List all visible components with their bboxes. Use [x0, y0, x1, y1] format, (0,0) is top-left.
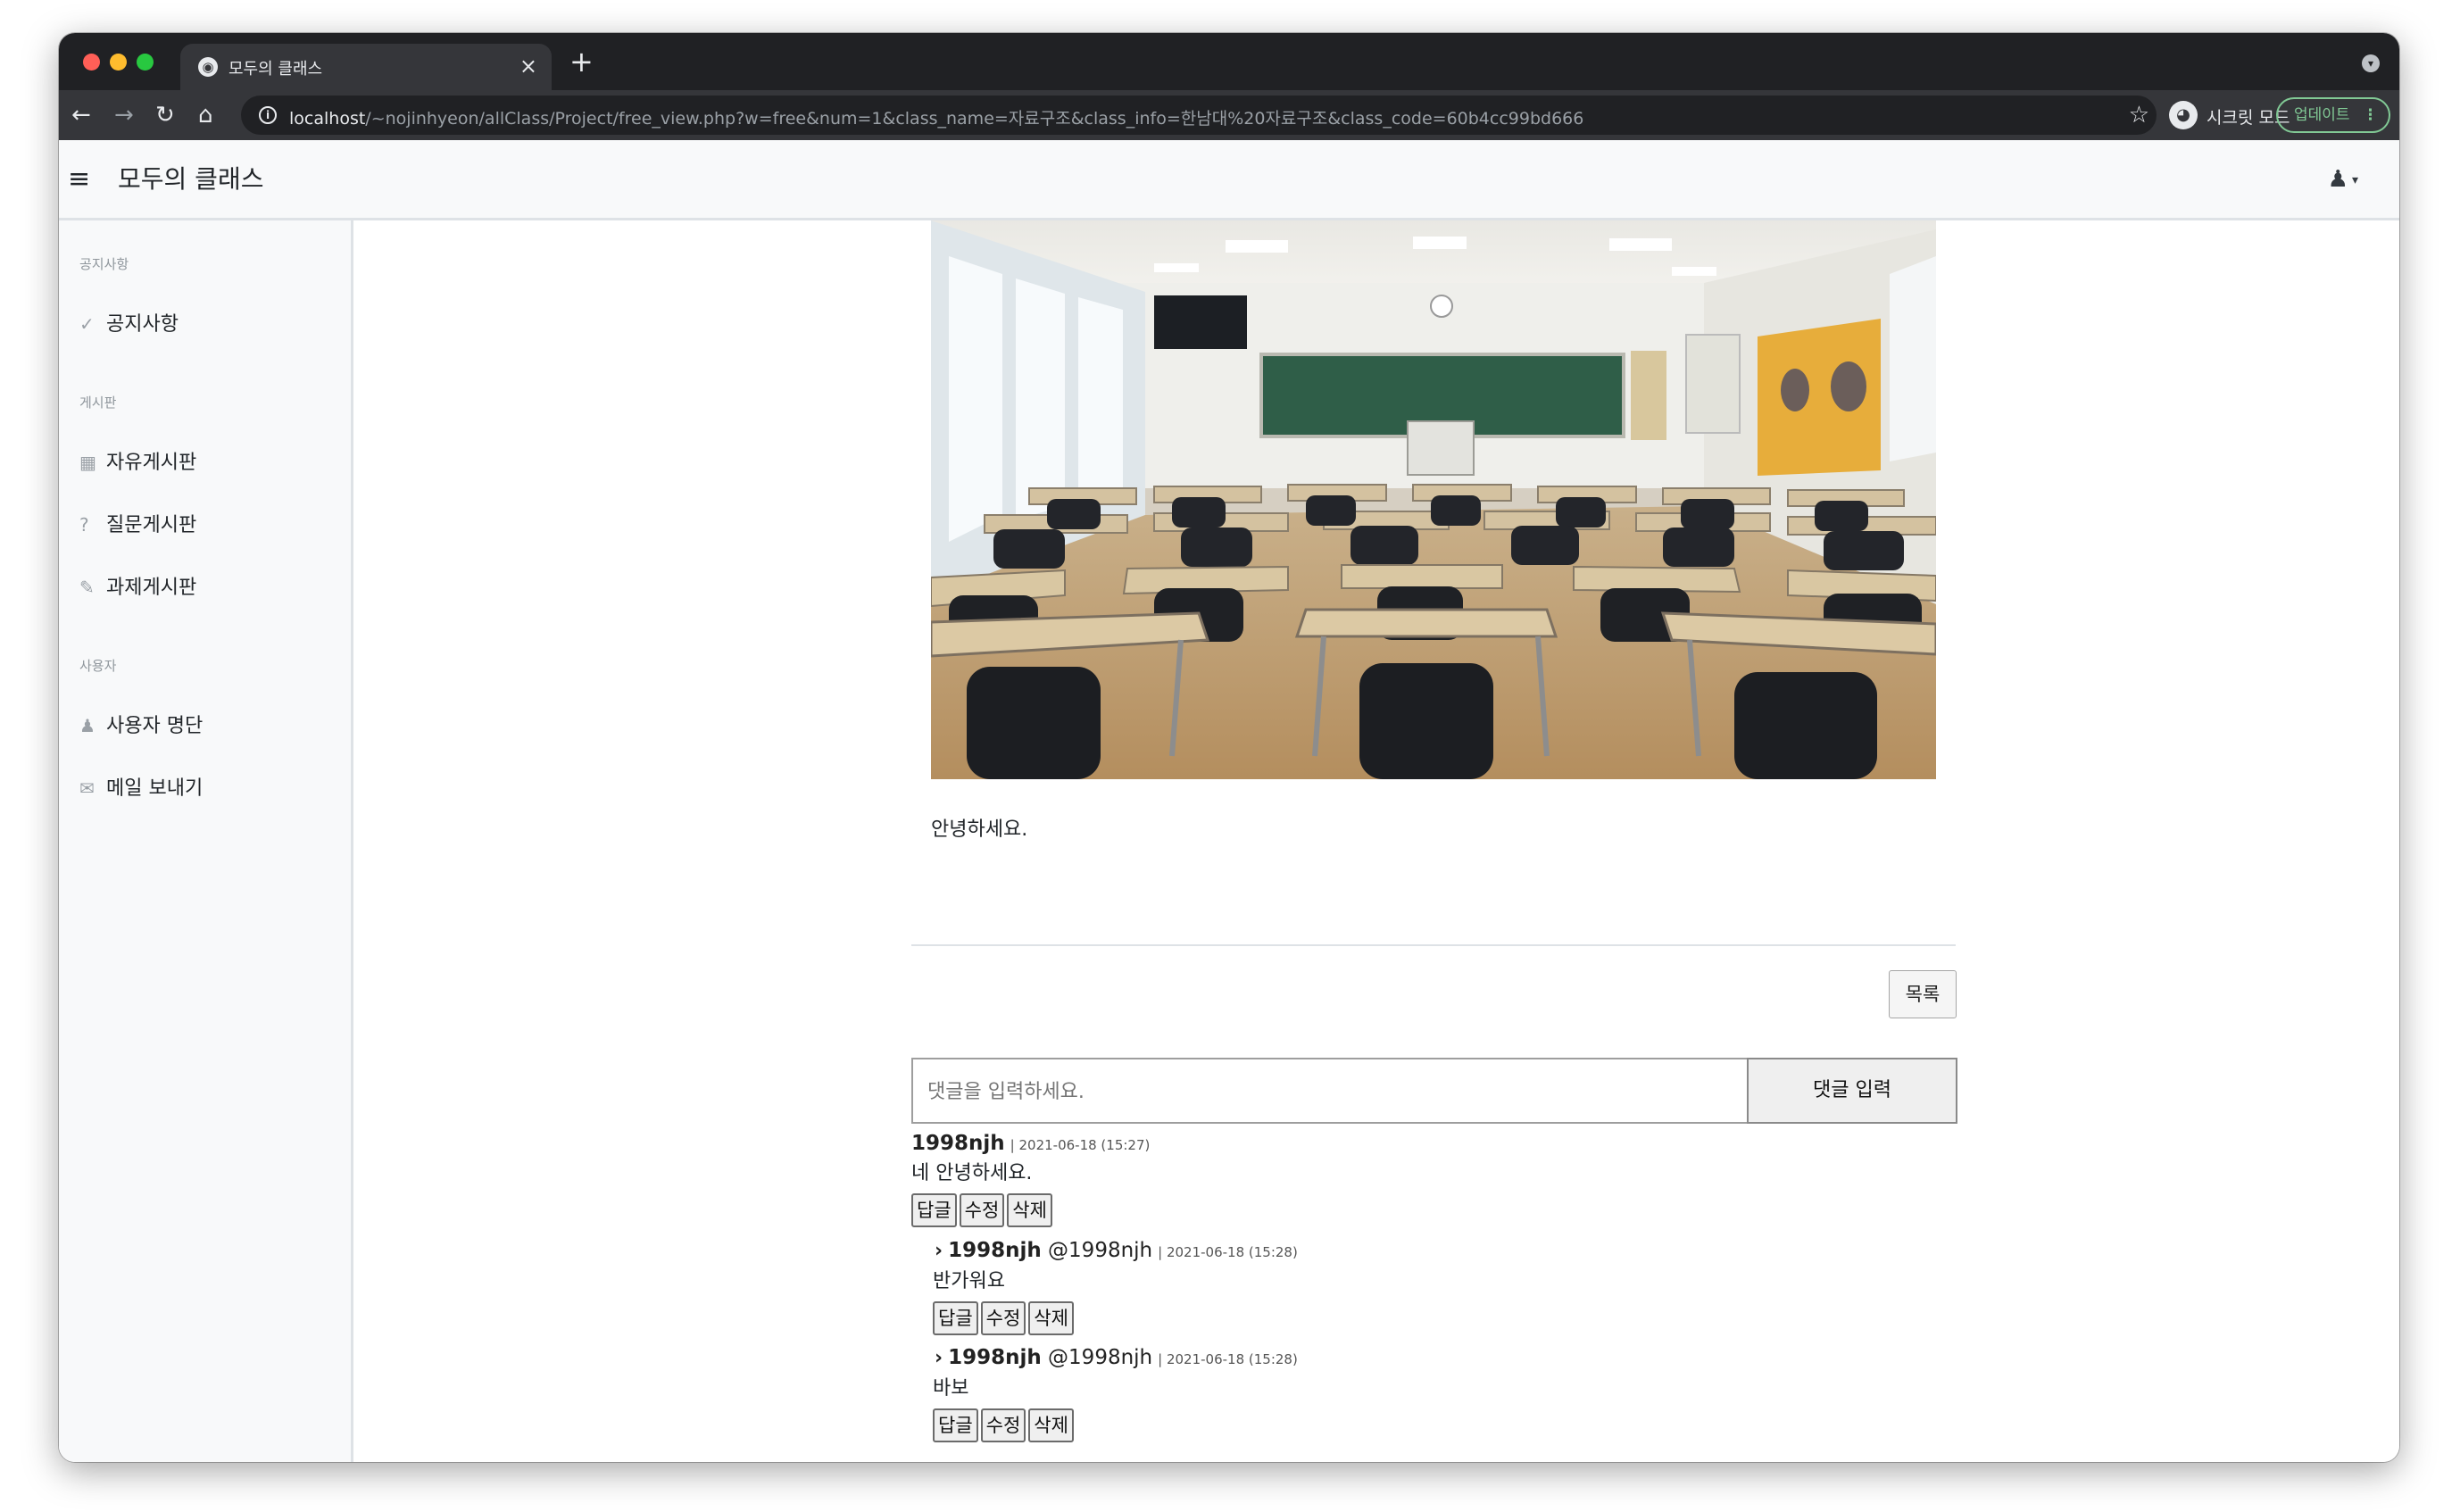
comment-submit-button[interactable]: 댓글 입력: [1747, 1058, 1957, 1124]
edit-button[interactable]: 수정: [980, 1301, 1026, 1335]
sidebar-item-user-list[interactable]: ♟ 사용자 명단: [79, 712, 203, 740]
url-text[interactable]: localhost/~nojinhyeon/allClass/Project/f…: [289, 105, 1583, 129]
comment-header: 1998njh | 2021-06-18 (15:27): [911, 1131, 1150, 1158]
browser-toolbar: ← → ↻ ⌂ i localhost/~nojinhyeon/allClass…: [59, 90, 2399, 140]
comment-date: | 2021-06-18 (15:28): [1158, 1351, 1298, 1367]
reply-button[interactable]: 답글: [933, 1408, 978, 1442]
sidebar-heading-board: 게시판: [79, 395, 117, 411]
delete-button[interactable]: 삭제: [1028, 1301, 1074, 1335]
chevron-right-icon: ›: [935, 1347, 943, 1369]
delete-button[interactable]: 삭제: [1028, 1408, 1074, 1442]
check-icon: ✓: [79, 313, 95, 335]
reply-header: › 1998njh @1998njh | 2021-06-18 (15:28): [935, 1238, 1298, 1265]
user-dropdown[interactable]: ♟ ▾: [2328, 163, 2358, 196]
comment-mention: @1998njh: [1048, 1239, 1153, 1262]
comment-mention: @1998njh: [1048, 1346, 1153, 1369]
url-path: /~nojinhyeon/allClass/Project/free_view.…: [365, 109, 1584, 129]
caret-down-icon: ▾: [2351, 172, 2358, 187]
sidebar-item-assignment-board[interactable]: ✎ 과제게시판: [79, 574, 196, 602]
more-icon: ⋮: [2363, 106, 2378, 124]
browser-tab[interactable]: ◉ 모두의 클래스 ×: [180, 44, 552, 90]
comment-text: 네 안녕하세요.: [911, 1162, 1033, 1184]
sidebar-item-label: 사용자 명단: [106, 715, 204, 737]
reload-icon[interactable]: ↻: [155, 99, 175, 131]
zoom-window-button[interactable]: [137, 54, 154, 71]
user-icon: ♟: [2327, 166, 2348, 193]
comment-author: 1998njh: [948, 1346, 1042, 1369]
comment-actions: 답글 수정 삭제: [933, 1301, 1076, 1335]
sidebar-item-label: 과제게시판: [106, 577, 197, 599]
comment-text: 바보: [933, 1377, 969, 1400]
sidebar-heading-users: 사용자: [79, 658, 117, 674]
content-divider: [911, 944, 1956, 946]
back-icon[interactable]: ←: [71, 99, 91, 131]
star-icon[interactable]: ☆: [2129, 101, 2149, 129]
brand-title[interactable]: 모두의 클래스: [118, 162, 263, 197]
sidebar-item-label: 자유게시판: [106, 452, 197, 474]
comment-actions: 답글 수정 삭제: [911, 1193, 1055, 1227]
sidebar-item-label: 메일 보내기: [106, 777, 204, 800]
address-bar[interactable]: i localhost/~nojinhyeon/allClass/Project…: [241, 96, 2157, 135]
close-window-button[interactable]: [83, 54, 100, 71]
table-icon: ▦: [79, 452, 96, 473]
delete-button[interactable]: 삭제: [1007, 1193, 1052, 1227]
sidebar-item-label: 질문게시판: [106, 514, 197, 536]
sidebar-heading-notice: 공지사항: [79, 256, 129, 272]
edit-button[interactable]: 수정: [980, 1408, 1026, 1442]
reply-button[interactable]: 답글: [911, 1193, 957, 1227]
comment-text: 반가워요: [933, 1270, 1005, 1292]
sidebar-item-notice[interactable]: ✓ 공지사항: [79, 311, 179, 338]
post-image-classroom: [931, 220, 1936, 779]
update-button[interactable]: 업데이트 ⋮: [2276, 97, 2390, 133]
new-tab-button[interactable]: +: [569, 46, 594, 78]
tab-bar: ◉ 모두의 클래스 × + ▾: [59, 33, 2399, 90]
web-page: ≡ 모두의 클래스 ♟ ▾ 공지사항 ✓ 공지사항 게시판 ▦ 자유게시판 ? 질문게시…: [59, 140, 2399, 1462]
comment-date: | 2021-06-18 (15:28): [1158, 1244, 1298, 1260]
info-icon[interactable]: i: [259, 106, 277, 124]
top-navbar: ≡ 모두의 클래스 ♟ ▾: [59, 140, 2399, 220]
forward-icon[interactable]: →: [114, 99, 134, 131]
reply-button[interactable]: 답글: [933, 1301, 978, 1335]
comment-author: 1998njh: [948, 1239, 1042, 1262]
globe-icon: ◉: [198, 57, 218, 77]
minimize-window-button[interactable]: [110, 54, 127, 71]
tab-title: 모두의 클래스: [229, 60, 323, 79]
browser-window: ◉ 모두의 클래스 × + ▾ ← → ↻ ⌂ i localhost/~noj…: [59, 33, 2399, 1462]
comment-date: | 2021-06-18 (15:27): [1010, 1137, 1151, 1153]
list-button[interactable]: 목록: [1889, 970, 1957, 1018]
tab-search-icon[interactable]: ▾: [2362, 54, 2380, 72]
chevron-right-icon: ›: [935, 1240, 943, 1262]
comment-input[interactable]: [911, 1058, 1749, 1124]
sidebar-item-label: 공지사항: [106, 313, 179, 336]
post-content: 안녕하세요. 목록 댓글 입력 1998njh | 2021-06-18 (15:…: [356, 220, 2399, 1462]
sidebar-item-send-mail[interactable]: ✉ 메일 보내기: [79, 775, 203, 802]
comment-author: 1998njh: [911, 1132, 1005, 1155]
sidebar-item-question-board[interactable]: ? 질문게시판: [79, 511, 196, 539]
close-tab-icon[interactable]: ×: [519, 54, 537, 79]
comment-actions: 답글 수정 삭제: [933, 1408, 1076, 1442]
edit-button[interactable]: 수정: [959, 1193, 1005, 1227]
url-host: localhost: [289, 109, 366, 129]
post-body-text: 안녕하세요.: [931, 818, 1028, 841]
incognito-icon[interactable]: ◕: [2169, 101, 2198, 129]
hamburger-menu-icon[interactable]: ≡: [68, 162, 90, 197]
sidebar-item-free-board[interactable]: ▦ 자유게시판: [79, 449, 196, 477]
reply-header: › 1998njh @1998njh | 2021-06-18 (15:28): [935, 1345, 1298, 1372]
envelope-icon: ✉: [79, 777, 95, 799]
pencil-icon: ✎: [79, 577, 95, 598]
home-icon[interactable]: ⌂: [198, 99, 213, 131]
sidebar: 공지사항 ✓ 공지사항 게시판 ▦ 자유게시판 ? 질문게시판 ✎ 과제게시판 사용자 …: [59, 220, 353, 1462]
question-icon: ?: [79, 514, 89, 536]
update-label: 업데이트: [2294, 106, 2350, 124]
user-icon: ♟: [79, 715, 96, 736]
